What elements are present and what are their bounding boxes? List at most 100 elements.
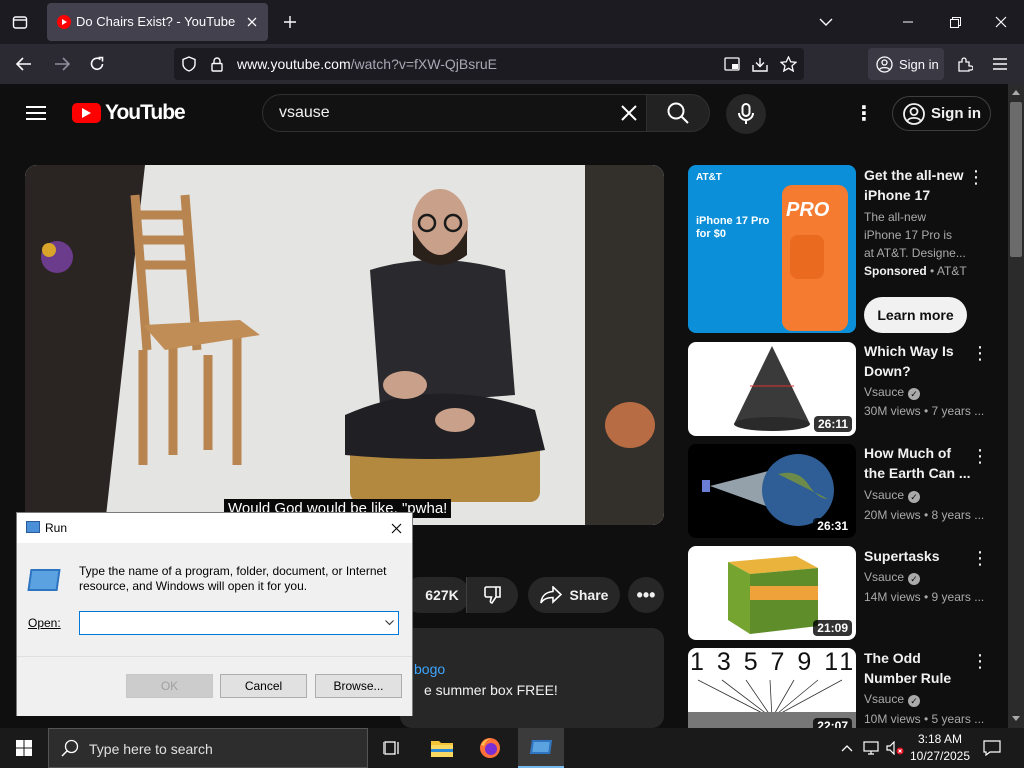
task-view-icon[interactable] bbox=[378, 736, 406, 760]
video-player[interactable] bbox=[25, 165, 664, 525]
browser-signin-label: Sign in bbox=[899, 56, 939, 72]
video-title-line2[interactable]: Down? bbox=[864, 361, 972, 381]
run-close-icon[interactable] bbox=[387, 519, 405, 537]
restore-icon[interactable] bbox=[945, 12, 965, 32]
microphone-icon bbox=[738, 103, 754, 124]
description-box[interactable]: bogo e summer box FREE! bbox=[400, 628, 664, 728]
dislike-button[interactable] bbox=[466, 577, 518, 613]
video-menu-icon[interactable]: ⋮ bbox=[971, 651, 989, 671]
video-menu-icon[interactable]: ⋮ bbox=[971, 343, 989, 363]
sponsored-label: Sponsored bbox=[864, 264, 927, 278]
thumbs-down-icon bbox=[483, 586, 501, 604]
ad-menu-icon[interactable]: ⋮ bbox=[967, 167, 985, 187]
description-link[interactable]: bogo bbox=[414, 661, 445, 677]
url-host: www.youtube.com bbox=[237, 56, 351, 72]
video-title[interactable]: The Odd bbox=[864, 648, 972, 668]
video-duration: 26:31 bbox=[813, 518, 852, 534]
save-to-pocket-icon[interactable] bbox=[751, 55, 769, 73]
show-hidden-icons-icon[interactable] bbox=[838, 738, 856, 758]
search-input[interactable]: vsause bbox=[279, 104, 330, 122]
extensions-icon[interactable] bbox=[955, 54, 975, 74]
close-tab-icon[interactable] bbox=[243, 13, 261, 31]
close-window-icon[interactable] bbox=[991, 12, 1011, 32]
youtube-logo[interactable]: YouTube bbox=[72, 101, 186, 125]
network-icon[interactable] bbox=[861, 738, 881, 758]
search-icon bbox=[61, 739, 79, 757]
video-title-line2[interactable]: Number Rule bbox=[864, 668, 972, 688]
guide-menu-icon[interactable] bbox=[24, 101, 48, 125]
volume-muted-icon[interactable] bbox=[884, 738, 906, 758]
scroll-up-arrow-icon[interactable] bbox=[1012, 90, 1020, 95]
video-duration: 22:07 bbox=[813, 718, 852, 728]
video-title-line2[interactable]: the Earth Can ... bbox=[864, 463, 972, 483]
browser-tab-active[interactable]: Do Chairs Exist? - YouTube bbox=[47, 3, 268, 41]
video-thumbnail[interactable]: 26:11 bbox=[688, 342, 856, 436]
video-channel[interactable]: Vsauce ✓ bbox=[864, 692, 921, 707]
reload-icon[interactable] bbox=[85, 53, 109, 75]
search-button[interactable] bbox=[646, 94, 710, 132]
ad-sponsor-line: Sponsored • AT&T bbox=[864, 264, 967, 278]
clear-search-icon[interactable] bbox=[619, 103, 639, 123]
back-icon[interactable] bbox=[12, 53, 36, 75]
cancel-button[interactable]: Cancel bbox=[220, 674, 307, 698]
page-scrollbar[interactable] bbox=[1008, 84, 1024, 728]
scroll-down-arrow-icon[interactable] bbox=[1012, 716, 1020, 721]
settings-more-icon[interactable]: ⋮ bbox=[854, 103, 874, 125]
video-thumbnail[interactable]: 21:09 bbox=[688, 546, 856, 640]
share-button[interactable]: Share bbox=[528, 577, 620, 613]
bookmark-star-icon[interactable] bbox=[779, 55, 797, 73]
start-button[interactable] bbox=[0, 728, 48, 768]
windows-logo-icon bbox=[16, 740, 32, 756]
run-message: Type the name of a program, folder, docu… bbox=[79, 564, 387, 593]
cancel-label: Cancel bbox=[244, 679, 283, 693]
channel-name: Vsauce bbox=[864, 570, 905, 584]
tab-title: Do Chairs Exist? - YouTube bbox=[76, 14, 236, 29]
address-bar[interactable]: www.youtube.com/watch?v=fXW-QjBsruE bbox=[174, 48, 804, 80]
youtube-signin-button[interactable]: Sign in bbox=[892, 96, 991, 131]
video-thumbnail[interactable]: 1 3 5 7 9 11 22:07 bbox=[688, 648, 856, 728]
video-channel[interactable]: Vsauce ✓ bbox=[864, 488, 921, 503]
run-titlebar[interactable]: Run bbox=[17, 513, 412, 543]
firefox-icon[interactable] bbox=[474, 732, 506, 764]
ad-banner[interactable]: AT&T iPhone 17 Pro for $0 PRO bbox=[688, 165, 856, 333]
like-count: 627K bbox=[425, 587, 459, 603]
dropdown-arrow-icon[interactable] bbox=[382, 616, 396, 630]
forward-icon[interactable] bbox=[50, 53, 74, 75]
browser-signin-button[interactable]: Sign in bbox=[868, 48, 944, 80]
learn-more-button[interactable]: Learn more bbox=[864, 297, 967, 333]
video-title[interactable]: Supertasks bbox=[864, 546, 972, 566]
video-duration: 21:09 bbox=[813, 620, 852, 636]
notifications-icon[interactable] bbox=[980, 736, 1004, 760]
ad-title[interactable]: Get the all-new iPhone 17 Pro... bbox=[864, 165, 968, 205]
video-channel[interactable]: Vsauce ✓ bbox=[864, 385, 921, 400]
clock[interactable]: 3:18 AM 10/27/2025 bbox=[906, 731, 974, 765]
picture-in-picture-icon[interactable] bbox=[723, 55, 741, 73]
ad-phone-image: PRO bbox=[782, 185, 848, 331]
voice-search-button[interactable] bbox=[726, 94, 766, 134]
minimize-icon[interactable] bbox=[898, 12, 918, 32]
share-icon bbox=[539, 586, 562, 604]
list-all-tabs-icon[interactable] bbox=[816, 12, 836, 32]
video-title[interactable]: How Much of bbox=[864, 443, 972, 463]
description-text: e summer box FREE! bbox=[424, 682, 558, 698]
scrollbar-thumb[interactable] bbox=[1010, 102, 1022, 257]
open-combobox[interactable] bbox=[79, 611, 399, 635]
tab-list-icon[interactable] bbox=[8, 10, 32, 34]
more-actions-button[interactable]: ••• bbox=[628, 577, 664, 613]
new-tab-icon[interactable] bbox=[280, 12, 300, 32]
video-channel[interactable]: Vsauce ✓ bbox=[864, 570, 921, 585]
taskbar-search[interactable]: Type here to search bbox=[48, 728, 368, 768]
video-menu-icon[interactable]: ⋮ bbox=[971, 446, 989, 466]
app-menu-icon[interactable] bbox=[990, 54, 1010, 74]
search-box[interactable]: vsause bbox=[262, 94, 647, 132]
video-thumbnail[interactable]: 26:31 bbox=[688, 444, 856, 538]
run-taskbar-button[interactable] bbox=[518, 728, 564, 768]
lock-icon[interactable] bbox=[208, 55, 226, 73]
browse-button[interactable]: Browse... bbox=[315, 674, 402, 698]
ok-button[interactable]: OK bbox=[126, 674, 213, 698]
url-text[interactable]: www.youtube.com/watch?v=fXW-QjBsruE bbox=[237, 56, 497, 72]
shield-icon[interactable] bbox=[180, 55, 198, 73]
file-explorer-icon[interactable] bbox=[426, 732, 458, 764]
video-menu-icon[interactable]: ⋮ bbox=[971, 548, 989, 568]
video-title[interactable]: Which Way Is bbox=[864, 341, 972, 361]
